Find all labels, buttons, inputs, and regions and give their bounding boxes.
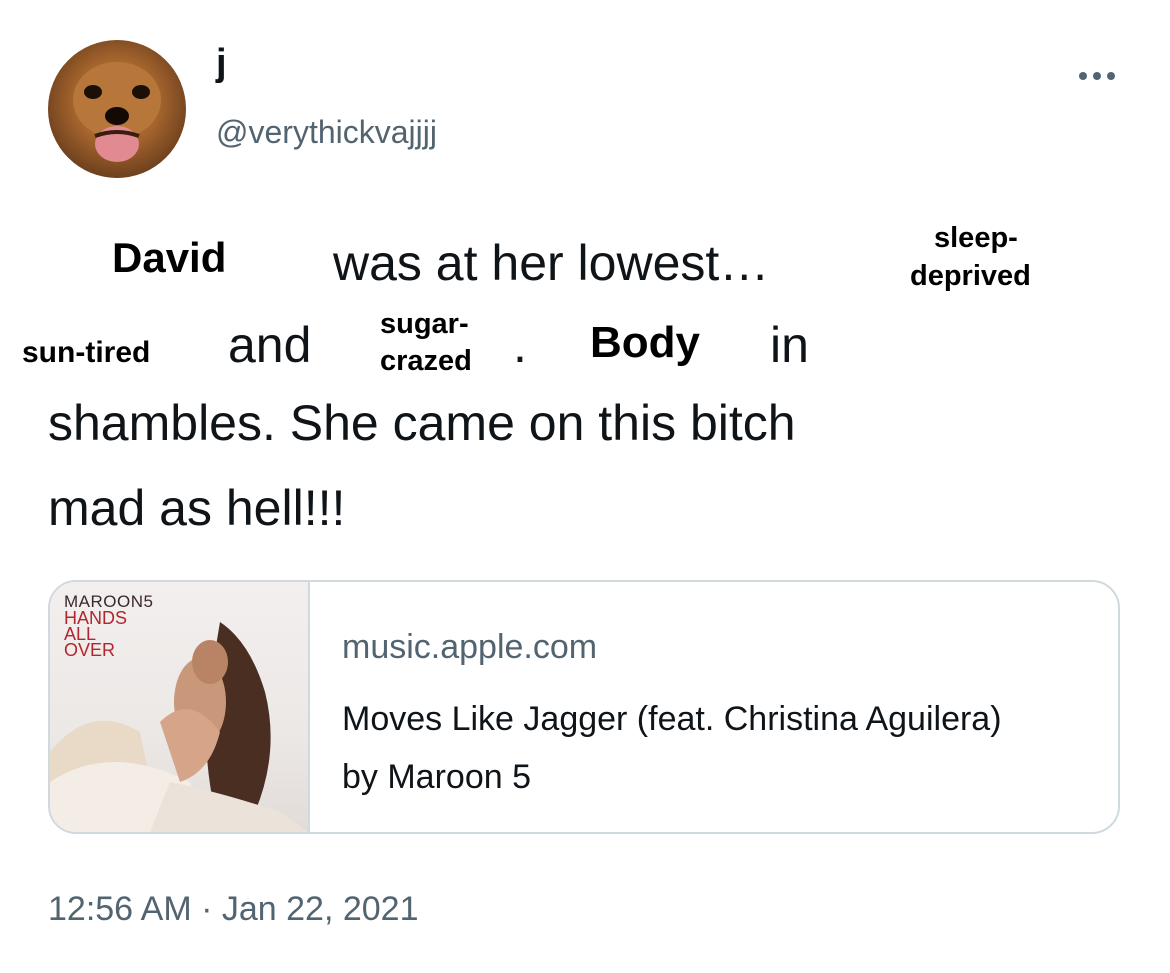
- more-dot: [1093, 72, 1101, 80]
- edited-word-sun-tired: sun-tired: [22, 336, 151, 369]
- edited-word-body: Body: [590, 318, 700, 367]
- user-handle[interactable]: @verythickvajjjj: [216, 116, 437, 148]
- more-dot: [1107, 72, 1115, 80]
- tweet-text-line: mad as hell!!!: [48, 480, 346, 536]
- tweet-text-fragment: .: [513, 317, 527, 373]
- avatar[interactable]: [48, 40, 186, 178]
- display-name[interactable]: j: [216, 44, 227, 82]
- dog-avatar-image: [73, 62, 161, 162]
- tweet-text-fragment: was at her lowest…: [333, 235, 770, 291]
- album-cover-image: MAROON5 HANDS ALL OVER: [50, 582, 310, 832]
- edited-word-sugar: sugar-: [380, 308, 469, 340]
- album-title: HANDS ALL OVER: [64, 608, 128, 661]
- edited-word-crazed: crazed: [380, 345, 472, 377]
- tweet-text-line: shambles. She came on this bitch: [48, 395, 796, 451]
- more-dot: [1079, 72, 1087, 80]
- link-preview-card[interactable]: MAROON5 HANDS ALL OVER music.apple.com M…: [48, 580, 1120, 834]
- edited-word-sleep: sleep-: [934, 222, 1018, 254]
- edited-word-deprived: deprived: [910, 260, 1031, 292]
- tweet-text-fragment: in: [770, 317, 809, 373]
- edited-word-name: David: [112, 234, 227, 281]
- tweet-text-fragment: and: [228, 317, 312, 373]
- card-title: Moves Like Jagger (feat. Christina Aguil…: [342, 700, 1002, 796]
- card-domain: music.apple.com: [342, 628, 598, 666]
- tweet-timestamp[interactable]: 12:56 AM · Jan 22, 2021: [48, 890, 418, 929]
- more-horizontal-icon[interactable]: [1072, 66, 1122, 86]
